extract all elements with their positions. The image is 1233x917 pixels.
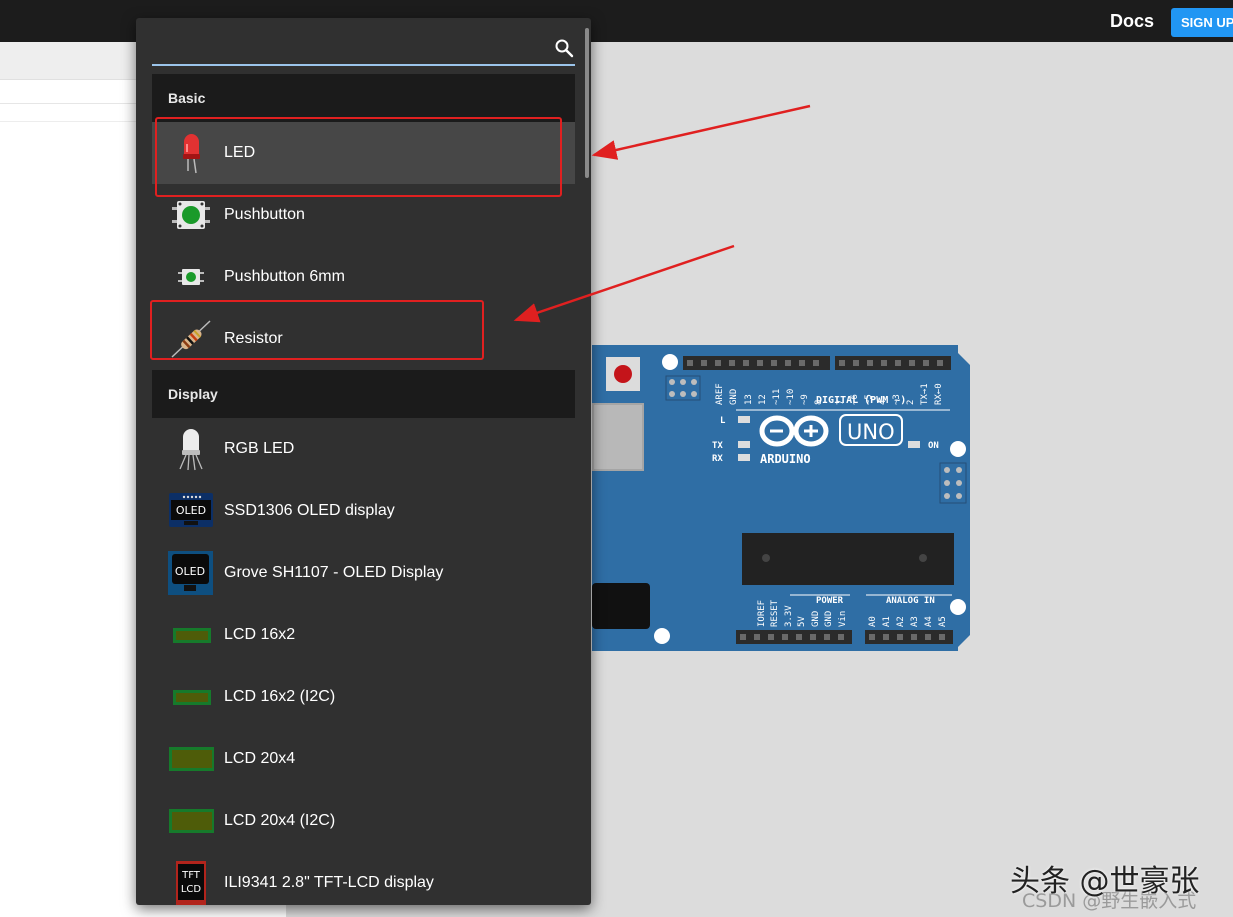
part-label: Pushbutton bbox=[224, 206, 305, 223]
part-label: Grove SH1107 - OLED Display bbox=[224, 564, 444, 581]
lcd-icon-text: LCD bbox=[181, 884, 202, 895]
power-pin-label: 3.3V bbox=[784, 605, 794, 627]
part-label: LCD 20x4 bbox=[224, 750, 296, 767]
analog-pin-label: A2 bbox=[896, 616, 906, 627]
digital-pin-label: AREF bbox=[715, 383, 725, 405]
svg-text:OLED: OLED bbox=[175, 565, 205, 578]
power-pin-label: 5V bbox=[797, 616, 807, 627]
part-item-ssd1306-oled[interactable]: OLED SSD1306 OLED display bbox=[152, 480, 575, 542]
resistor-icon bbox=[168, 317, 214, 361]
search-input[interactable] bbox=[152, 30, 542, 64]
lcd-icon bbox=[168, 675, 214, 719]
lcd-icon bbox=[168, 737, 214, 781]
part-item-ili9341-tft[interactable]: TFT LCD ILI9341 2.8" TFT-LCD display bbox=[152, 852, 575, 905]
add-part-dropdown: Basic LED Pushbutton Pushbutton 6mm Resi… bbox=[136, 18, 591, 905]
led-icon bbox=[168, 131, 214, 175]
oled-icon: OLED bbox=[168, 489, 214, 533]
part-label: LCD 20x4 (I2C) bbox=[224, 812, 336, 829]
part-item-lcd-20x4[interactable]: LCD 20x4 bbox=[152, 728, 575, 790]
arduino-uno-board[interactable]: AREF GND 13 12 ~11 ~10 ~9 8 7 ~6 ~5 4 ~3 2 TX→1 RX←0 DI… bbox=[540, 345, 980, 662]
svg-text:OLED: OLED bbox=[176, 504, 206, 517]
analog-pin-label: A3 bbox=[910, 616, 920, 627]
part-item-pushbutton-6mm[interactable]: Pushbutton 6mm bbox=[152, 246, 575, 308]
part-label: ILI9341 2.8" TFT-LCD display bbox=[224, 874, 434, 891]
power-pin-label: Vin bbox=[838, 611, 848, 627]
analog-pin-label: A5 bbox=[938, 616, 948, 627]
power-pin-label: GND bbox=[824, 611, 834, 627]
rx-led-label: RX bbox=[712, 454, 723, 464]
part-item-lcd-20x4-i2c[interactable]: LCD 20x4 (I2C) bbox=[152, 790, 575, 852]
lcd-icon bbox=[168, 613, 214, 657]
tft-icon-text: TFT bbox=[181, 870, 201, 881]
part-item-resistor[interactable]: Resistor bbox=[152, 308, 575, 370]
part-label: LED bbox=[224, 144, 256, 161]
section-display-header: Display bbox=[152, 370, 575, 418]
dropdown-scrollbar[interactable] bbox=[585, 28, 589, 178]
pushbutton-6mm-icon bbox=[168, 255, 214, 299]
analog-header-label: ANALOG IN bbox=[886, 596, 935, 606]
pushbutton-icon bbox=[168, 193, 214, 237]
l-led-label: L bbox=[720, 416, 726, 426]
analog-pin-label: A0 bbox=[868, 616, 878, 627]
board-logo-text: ARDUINO bbox=[760, 452, 811, 466]
tx-led-label: TX bbox=[712, 441, 723, 451]
digital-pin-label: ~9 bbox=[800, 394, 810, 405]
digital-pin-label: 12 bbox=[758, 394, 768, 405]
part-item-rgb-led[interactable]: RGB LED bbox=[152, 418, 575, 480]
digital-pin-label: RX←0 bbox=[934, 383, 944, 405]
digital-pin-label: ~11 bbox=[772, 389, 782, 405]
part-label: LCD 16x2 (I2C) bbox=[224, 688, 336, 705]
digital-pin-label: GND bbox=[729, 389, 739, 405]
arduino-board-graphic: AREF GND 13 12 ~11 ~10 ~9 8 7 ~6 ~5 4 ~3 2 TX→1 RX←0 DI… bbox=[540, 345, 970, 651]
docs-link[interactable]: Docs bbox=[1110, 11, 1154, 32]
part-label: LCD 16x2 bbox=[224, 626, 296, 643]
part-item-pushbutton[interactable]: Pushbutton bbox=[152, 184, 575, 246]
watermark: 头条 @世豪张 bbox=[1010, 864, 1200, 899]
sign-up-button[interactable]: SIGN UP bbox=[1171, 8, 1233, 37]
search-field bbox=[152, 30, 575, 66]
digital-header-label: DIGITAL (PWM ~) bbox=[816, 395, 906, 406]
lcd-icon bbox=[168, 799, 214, 843]
part-item-lcd-16x2-i2c[interactable]: LCD 16x2 (I2C) bbox=[152, 666, 575, 728]
arrow-to-led bbox=[591, 104, 811, 160]
power-header-label: POWER bbox=[816, 596, 844, 606]
power-pin-label: IOREF bbox=[757, 600, 767, 627]
section-basic-header: Basic bbox=[152, 74, 575, 122]
power-pin-label: RESET bbox=[770, 599, 780, 627]
analog-pin-label: A1 bbox=[882, 616, 892, 627]
power-pin-label: GND bbox=[811, 611, 821, 627]
part-label: SSD1306 OLED display bbox=[224, 502, 395, 519]
part-item-grove-oled[interactable]: OLED Grove SH1107 - OLED Display bbox=[152, 542, 575, 604]
digital-pin-label: ~10 bbox=[786, 389, 796, 405]
part-item-led[interactable]: LED bbox=[152, 122, 575, 184]
board-model-text: UNO bbox=[847, 420, 895, 444]
part-item-lcd-16x2[interactable]: LCD 16x2 bbox=[152, 604, 575, 666]
part-label: Pushbutton 6mm bbox=[224, 268, 345, 285]
search-icon[interactable] bbox=[554, 38, 574, 58]
tft-lcd-icon: TFT LCD bbox=[168, 861, 214, 905]
rgb-led-icon bbox=[168, 427, 214, 471]
on-led-label: ON bbox=[928, 441, 939, 451]
part-label: RGB LED bbox=[224, 440, 295, 457]
digital-pin-label: 2 bbox=[906, 400, 916, 405]
analog-pin-label: A4 bbox=[924, 616, 934, 627]
part-label: Resistor bbox=[224, 330, 283, 347]
digital-pin-label: 13 bbox=[744, 394, 754, 405]
grove-oled-icon: OLED bbox=[168, 551, 214, 595]
digital-pin-label: TX→1 bbox=[920, 383, 930, 405]
